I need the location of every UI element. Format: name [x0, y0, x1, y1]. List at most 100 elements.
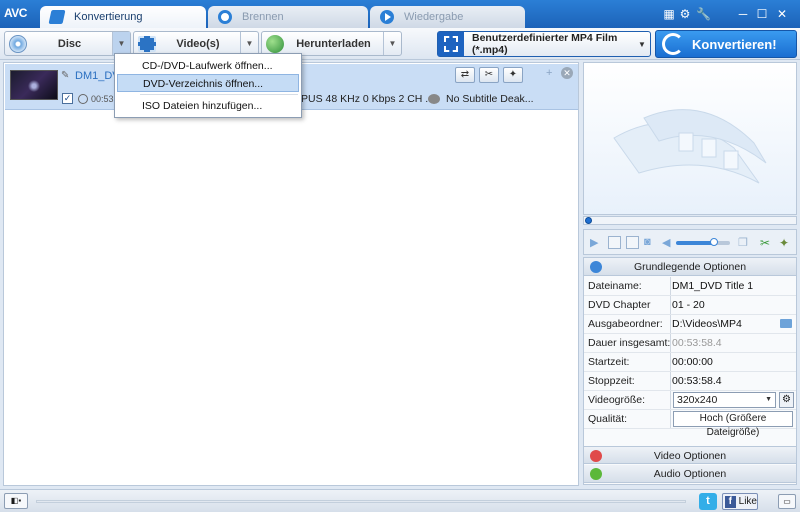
option-row-video-size: Videogröße: 320x240 ▼ ⚙ — [584, 391, 796, 410]
progress-bar — [36, 500, 686, 503]
total-duration-value: 00:53:58.4 — [672, 337, 722, 349]
tab-konvertierung[interactable]: Konvertierung — [40, 6, 206, 28]
divider — [670, 391, 671, 409]
menu-item-open-drive[interactable]: CD-/DVD-Laufwerk öffnen... — [117, 57, 299, 75]
chevron-down-icon[interactable]: ▼ — [112, 32, 130, 55]
disc-icon — [9, 34, 27, 53]
panel-toggle-icon[interactable]: ▭ — [778, 494, 796, 509]
chevron-down-icon[interactable]: ▼ — [383, 32, 401, 55]
file-list: ✎ DM1_DVD ✓ 00:53:5 PUS 48 KHz 0 Kbps 2 … — [3, 62, 579, 486]
option-key: Dauer insgesamt: — [588, 337, 671, 349]
twitter-icon[interactable]: t — [699, 493, 717, 510]
skin-icon[interactable]: ▦ — [662, 7, 676, 21]
audio-track-select[interactable]: PUS 48 KHz 0 Kbps 2 CH ... — [301, 93, 434, 105]
remove-item-icon[interactable]: ✕ — [561, 67, 573, 79]
settings-icon[interactable]: ⚙ — [678, 7, 692, 21]
globe-icon — [266, 34, 284, 53]
video-options-icon — [590, 450, 602, 462]
option-row-chapter: DVD Chapter 01 - 20 — [584, 296, 796, 315]
maximize-icon[interactable]: ☐ — [755, 7, 769, 21]
play-icon — [380, 10, 394, 24]
cut-icon[interactable]: ✂ — [760, 236, 773, 250]
stop-time-value[interactable]: 00:53:58.4 — [672, 375, 722, 387]
options-panel: Grundlegende Optionen Dateiname: DM1_DVD… — [583, 257, 797, 485]
snapshot-icon[interactable] — [626, 236, 639, 249]
option-key: Videogröße: — [588, 394, 646, 406]
divider — [670, 372, 671, 390]
menu-item-open-dvd-folder[interactable]: DVD-Verzeichnis öffnen... — [117, 74, 299, 92]
option-key: DVD Chapter — [588, 299, 651, 311]
tab-brennen[interactable]: Brennen — [208, 6, 368, 28]
edit-pencil-icon[interactable]: ✎ — [61, 70, 69, 81]
seek-bar[interactable] — [583, 216, 797, 225]
app-logo: AVC — [4, 6, 27, 20]
chapter-value[interactable]: 01 - 20 — [672, 299, 705, 311]
audio-options-header[interactable]: Audio Optionen — [584, 465, 796, 483]
tab-wiedergabe[interactable]: Wiedergabe — [370, 6, 525, 28]
burn-disc-icon — [218, 10, 232, 24]
facebook-like-button[interactable]: f Like — [722, 493, 758, 510]
volume-icon[interactable]: ◀ — [662, 236, 675, 249]
tab-label: Brennen — [242, 11, 284, 23]
expand-icon[interactable]: + — [546, 67, 552, 79]
video-size-select[interactable]: 320x240 ▼ — [673, 392, 776, 408]
status-bar: ◧▪ t f Like ▭ — [0, 489, 800, 512]
filename-value[interactable]: DM1_DVD Title 1 — [672, 280, 753, 292]
item-checkbox[interactable]: ✓ — [62, 93, 73, 104]
gear-icon[interactable]: ⚙ — [779, 392, 794, 408]
divider — [670, 410, 671, 428]
minimize-icon[interactable]: ─ — [736, 7, 750, 21]
effects-icon[interactable]: ⇄ — [455, 67, 475, 83]
title-bar: AVC Konvertierung Brennen Wiedergabe ▦ ⚙… — [0, 0, 800, 28]
option-row-stop-time: Stoppzeit: 00:53:58.4 — [584, 372, 796, 391]
disc-dropdown-menu: CD-/DVD-Laufwerk öffnen... DVD-Verzeichn… — [114, 53, 302, 118]
facebook-icon: f — [725, 495, 736, 508]
chevron-down-icon: ▼ — [638, 39, 646, 49]
video-options-header[interactable]: Video Optionen — [584, 446, 796, 464]
video-preview — [583, 62, 797, 215]
output-format-select[interactable]: Benutzerdefinierter MP4 Film (*.mp4) ▼ — [437, 31, 651, 57]
start-time-value[interactable]: 00:00:00 — [672, 356, 713, 368]
copy-icon[interactable]: ❐ — [738, 236, 751, 249]
option-row-total-duration: Dauer insgesamt: 00:53:58.4 — [584, 334, 796, 353]
player-controls: ▶ ◙ ◀ ❐ ✂ ✦ — [583, 229, 797, 255]
camera-icon[interactable]: ◙ — [644, 236, 657, 249]
magic-wand-icon[interactable]: ✦ — [779, 236, 792, 250]
menu-separator — [140, 94, 298, 95]
play-icon[interactable]: ▶ — [590, 236, 603, 249]
close-icon[interactable]: ✕ — [775, 7, 789, 21]
seek-knob[interactable] — [585, 217, 592, 224]
tools-icon[interactable]: 🔧 — [696, 7, 711, 21]
option-row-filename: Dateiname: DM1_DVD Title 1 — [584, 277, 796, 296]
basic-options-header[interactable]: Grundlegende Optionen — [584, 258, 796, 276]
disc-button[interactable]: Disc ▼ — [4, 31, 131, 56]
magic-wand-icon[interactable]: ✦ — [503, 67, 523, 83]
audio-options-icon — [590, 468, 602, 480]
volume-slider[interactable] — [676, 238, 730, 246]
convert-icon — [48, 10, 66, 24]
chevron-down-icon: ▼ — [765, 396, 772, 403]
refresh-icon — [662, 33, 684, 55]
volume-knob[interactable] — [710, 238, 718, 246]
chevron-down-icon[interactable]: ▼ — [240, 32, 258, 55]
subtitle-select[interactable]: No Subtitle Deak... — [428, 93, 534, 105]
menu-item-add-iso[interactable]: ISO Dateien hinzufügen... — [117, 97, 299, 115]
convert-button[interactable]: Konvertieren! — [655, 30, 797, 58]
collapse-icon — [590, 261, 602, 273]
stop-icon[interactable] — [608, 236, 621, 249]
quality-select[interactable]: Hoch (Größere Dateigröße) — [673, 411, 793, 438]
queue-toggle-icon[interactable]: ◧▪ — [4, 493, 28, 509]
cut-icon[interactable]: ✂ — [479, 67, 499, 83]
video-button-label: Video(s) — [176, 37, 220, 50]
divider — [670, 277, 671, 295]
option-row-output-folder: Ausgabeordner: D:\Videos\MP4 — [584, 315, 796, 334]
divider — [670, 334, 671, 352]
divider — [670, 296, 671, 314]
clock-icon — [78, 94, 88, 104]
output-folder-value[interactable]: D:\Videos\MP4 — [672, 318, 742, 330]
like-label: Like — [738, 496, 757, 507]
audio-options-label: Audio Optionen — [653, 468, 727, 480]
folder-icon[interactable] — [780, 319, 792, 328]
option-key: Qualität: — [588, 413, 628, 425]
option-row-start-time: Startzeit: 00:00:00 — [584, 353, 796, 372]
